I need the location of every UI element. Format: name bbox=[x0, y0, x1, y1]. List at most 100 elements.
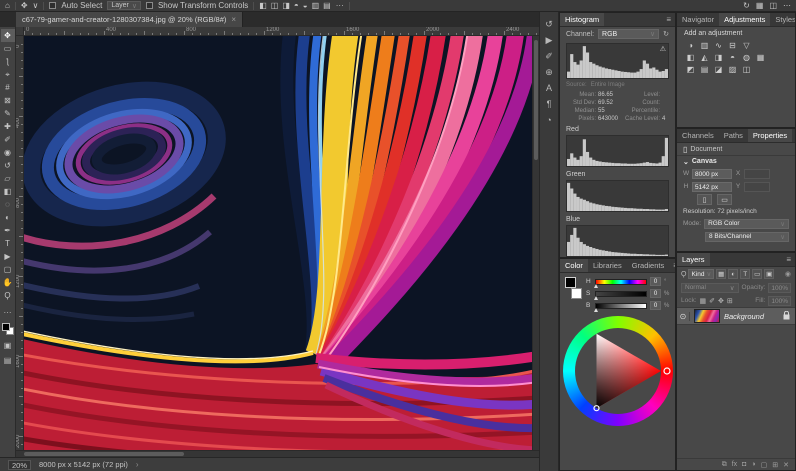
tab-color[interactable]: Color bbox=[560, 259, 588, 272]
frame-tool[interactable]: ⊠ bbox=[1, 94, 15, 107]
history-brush-tool[interactable]: ↺ bbox=[1, 159, 15, 172]
portrait-orientation-button[interactable]: ▯ bbox=[697, 194, 712, 205]
character-panel-icon[interactable]: A bbox=[546, 84, 552, 93]
filter-shape-layers-icon[interactable]: ▭ bbox=[752, 269, 762, 279]
lock-all-icon[interactable]: ⊞ bbox=[727, 297, 733, 305]
workspace-icon[interactable]: ◫ bbox=[769, 1, 777, 11]
history-panel-icon[interactable]: ↺ bbox=[545, 20, 553, 29]
move-tool-icon[interactable]: ✥ bbox=[21, 1, 28, 11]
actions-panel-icon[interactable]: ▶ bbox=[546, 36, 553, 45]
color-swatches[interactable] bbox=[565, 277, 582, 299]
healing-brush-tool[interactable]: ✚ bbox=[1, 120, 15, 133]
vertical-scrollbar-thumb[interactable] bbox=[534, 40, 538, 160]
lock-pixels-icon[interactable]: ✐ bbox=[709, 297, 715, 305]
hand-tool[interactable]: ✋ bbox=[1, 276, 15, 289]
edit-toolbar-icon[interactable]: ··· bbox=[1, 306, 15, 319]
color-wheel[interactable] bbox=[560, 316, 676, 446]
bit-depth-select[interactable]: 8 Bits/Channel∨ bbox=[705, 232, 789, 242]
slider-value[interactable]: 0 bbox=[650, 301, 661, 310]
tab-libraries[interactable]: Libraries bbox=[588, 259, 627, 272]
panel-menu-icon[interactable]: ≡ bbox=[662, 13, 675, 26]
channel-mixer-icon[interactable]: ◍ bbox=[741, 52, 752, 62]
rotate-view-icon[interactable]: ↻ bbox=[743, 1, 750, 11]
foreground-background-swatches[interactable] bbox=[2, 323, 14, 335]
color-lookup-icon[interactable]: ▦ bbox=[755, 52, 766, 62]
tab-styles[interactable]: Styles bbox=[770, 13, 796, 26]
blend-mode-select[interactable]: Normal∨ bbox=[681, 283, 739, 293]
slider-value[interactable]: 0 bbox=[650, 289, 661, 298]
marquee-tool[interactable]: ▭ bbox=[1, 42, 15, 55]
background-color-swatch[interactable] bbox=[571, 288, 582, 299]
horizontal-scrollbar-thumb[interactable] bbox=[24, 452, 184, 456]
auto-select-target-dropdown[interactable]: Layer∨ bbox=[107, 1, 141, 10]
document-tab[interactable]: c67-79-gamer-and-creator-1280307384.jpg … bbox=[16, 12, 243, 27]
lock-transparent-icon[interactable]: ▦ bbox=[700, 297, 707, 305]
slider-value[interactable]: 0 bbox=[650, 277, 661, 286]
paragraph-panel-icon[interactable]: ¶ bbox=[547, 100, 552, 109]
distribute-h-icon[interactable]: ▥ bbox=[312, 1, 320, 11]
posterize-icon[interactable]: ▤ bbox=[699, 64, 710, 74]
blur-tool[interactable]: ◌ bbox=[1, 198, 15, 211]
align-center-h-icon[interactable]: ◫ bbox=[271, 1, 279, 11]
layer-row-background[interactable]: ⊙ Background bbox=[677, 307, 795, 325]
filter-type-layers-icon[interactable]: T bbox=[740, 269, 750, 279]
brightness-contrast-icon[interactable]: ◑ bbox=[685, 40, 696, 50]
arrange-documents-icon[interactable]: ▦ bbox=[756, 1, 764, 11]
path-selection-tool[interactable]: ▶ bbox=[1, 250, 15, 263]
kind-filter-select[interactable]: Kind∨ bbox=[688, 269, 714, 279]
screen-mode-icon[interactable]: ▤ bbox=[1, 354, 15, 367]
eyedropper-tool[interactable]: ✎ bbox=[1, 107, 15, 120]
clone-source-panel-icon[interactable]: ⊕ bbox=[545, 68, 553, 77]
channel-select[interactable]: RGB∨ bbox=[598, 29, 659, 39]
slider-track-h[interactable] bbox=[595, 279, 647, 285]
tab-properties[interactable]: Properties bbox=[748, 129, 792, 142]
filter-adjustment-layers-icon[interactable]: ◐ bbox=[728, 269, 738, 279]
more-align-icon[interactable]: ··· bbox=[336, 1, 344, 11]
threshold-icon[interactable]: ◪ bbox=[713, 64, 724, 74]
panel-menu-icon[interactable]: ≡ bbox=[669, 259, 676, 272]
delete-layer-icon[interactable]: ✕ bbox=[783, 461, 789, 469]
mode-select[interactable]: RGB Color∨ bbox=[704, 219, 789, 229]
tab-paths[interactable]: Paths bbox=[719, 129, 748, 142]
filter-pixel-layers-icon[interactable]: ▦ bbox=[716, 269, 726, 279]
eraser-tool[interactable]: ▱ bbox=[1, 172, 15, 185]
panel-menu-icon[interactable]: ≡ bbox=[782, 253, 795, 266]
new-layer-icon[interactable]: ⊞ bbox=[772, 461, 778, 469]
brush-settings-panel-icon[interactable]: ✐ bbox=[545, 52, 553, 61]
photo-filter-icon[interactable]: ◓ bbox=[727, 52, 738, 62]
tab-layers[interactable]: Layers bbox=[677, 253, 710, 266]
status-options-icon[interactable]: › bbox=[136, 460, 139, 469]
align-left-icon[interactable]: ◧ bbox=[259, 1, 267, 11]
panel-menu-icon[interactable]: ≡ bbox=[792, 129, 796, 142]
gradient-map-icon[interactable]: ▨ bbox=[727, 64, 738, 74]
hue-saturation-icon[interactable]: ◧ bbox=[685, 52, 696, 62]
align-top-icon[interactable]: ◓ bbox=[294, 1, 299, 11]
zoom-tool[interactable]: Ϙ bbox=[1, 289, 15, 302]
tab-histogram[interactable]: Histogram bbox=[560, 13, 604, 26]
exposure-icon[interactable]: ⊟ bbox=[727, 40, 738, 50]
lasso-tool[interactable]: ƪ bbox=[1, 55, 15, 68]
new-group-icon[interactable]: ▢ bbox=[761, 461, 768, 469]
show-transform-checkbox[interactable] bbox=[146, 2, 153, 9]
move-tool[interactable]: ✥ bbox=[1, 29, 15, 42]
layer-name[interactable]: Background bbox=[724, 312, 778, 321]
layer-thumbnail[interactable] bbox=[694, 309, 720, 323]
tab-gradients[interactable]: Gradients bbox=[627, 259, 670, 272]
zoom-level-field[interactable]: 20% bbox=[8, 460, 31, 470]
slider-track-b[interactable] bbox=[595, 303, 647, 309]
tab-navigator[interactable]: Navigator bbox=[677, 13, 719, 26]
shape-tool[interactable]: ▢ bbox=[1, 263, 15, 276]
align-right-icon[interactable]: ◨ bbox=[282, 1, 290, 11]
selective-color-icon[interactable]: ◫ bbox=[741, 64, 752, 74]
type-tool[interactable]: T bbox=[1, 237, 15, 250]
landscape-orientation-button[interactable]: ▭ bbox=[717, 194, 732, 205]
new-adjustment-layer-icon[interactable]: ◑ bbox=[751, 461, 755, 468]
slider-thumb[interactable] bbox=[594, 284, 598, 288]
hue-selector-dot[interactable] bbox=[664, 368, 670, 374]
add-layer-mask-icon[interactable]: ◘ bbox=[742, 461, 746, 468]
uncached-warning-icon[interactable]: ⚠ bbox=[660, 45, 666, 53]
height-field[interactable]: 5142 px bbox=[692, 182, 732, 192]
curves-icon[interactable]: ∿ bbox=[713, 40, 724, 50]
color-balance-icon[interactable]: ◭ bbox=[699, 52, 710, 62]
close-tab-icon[interactable]: × bbox=[231, 15, 236, 24]
